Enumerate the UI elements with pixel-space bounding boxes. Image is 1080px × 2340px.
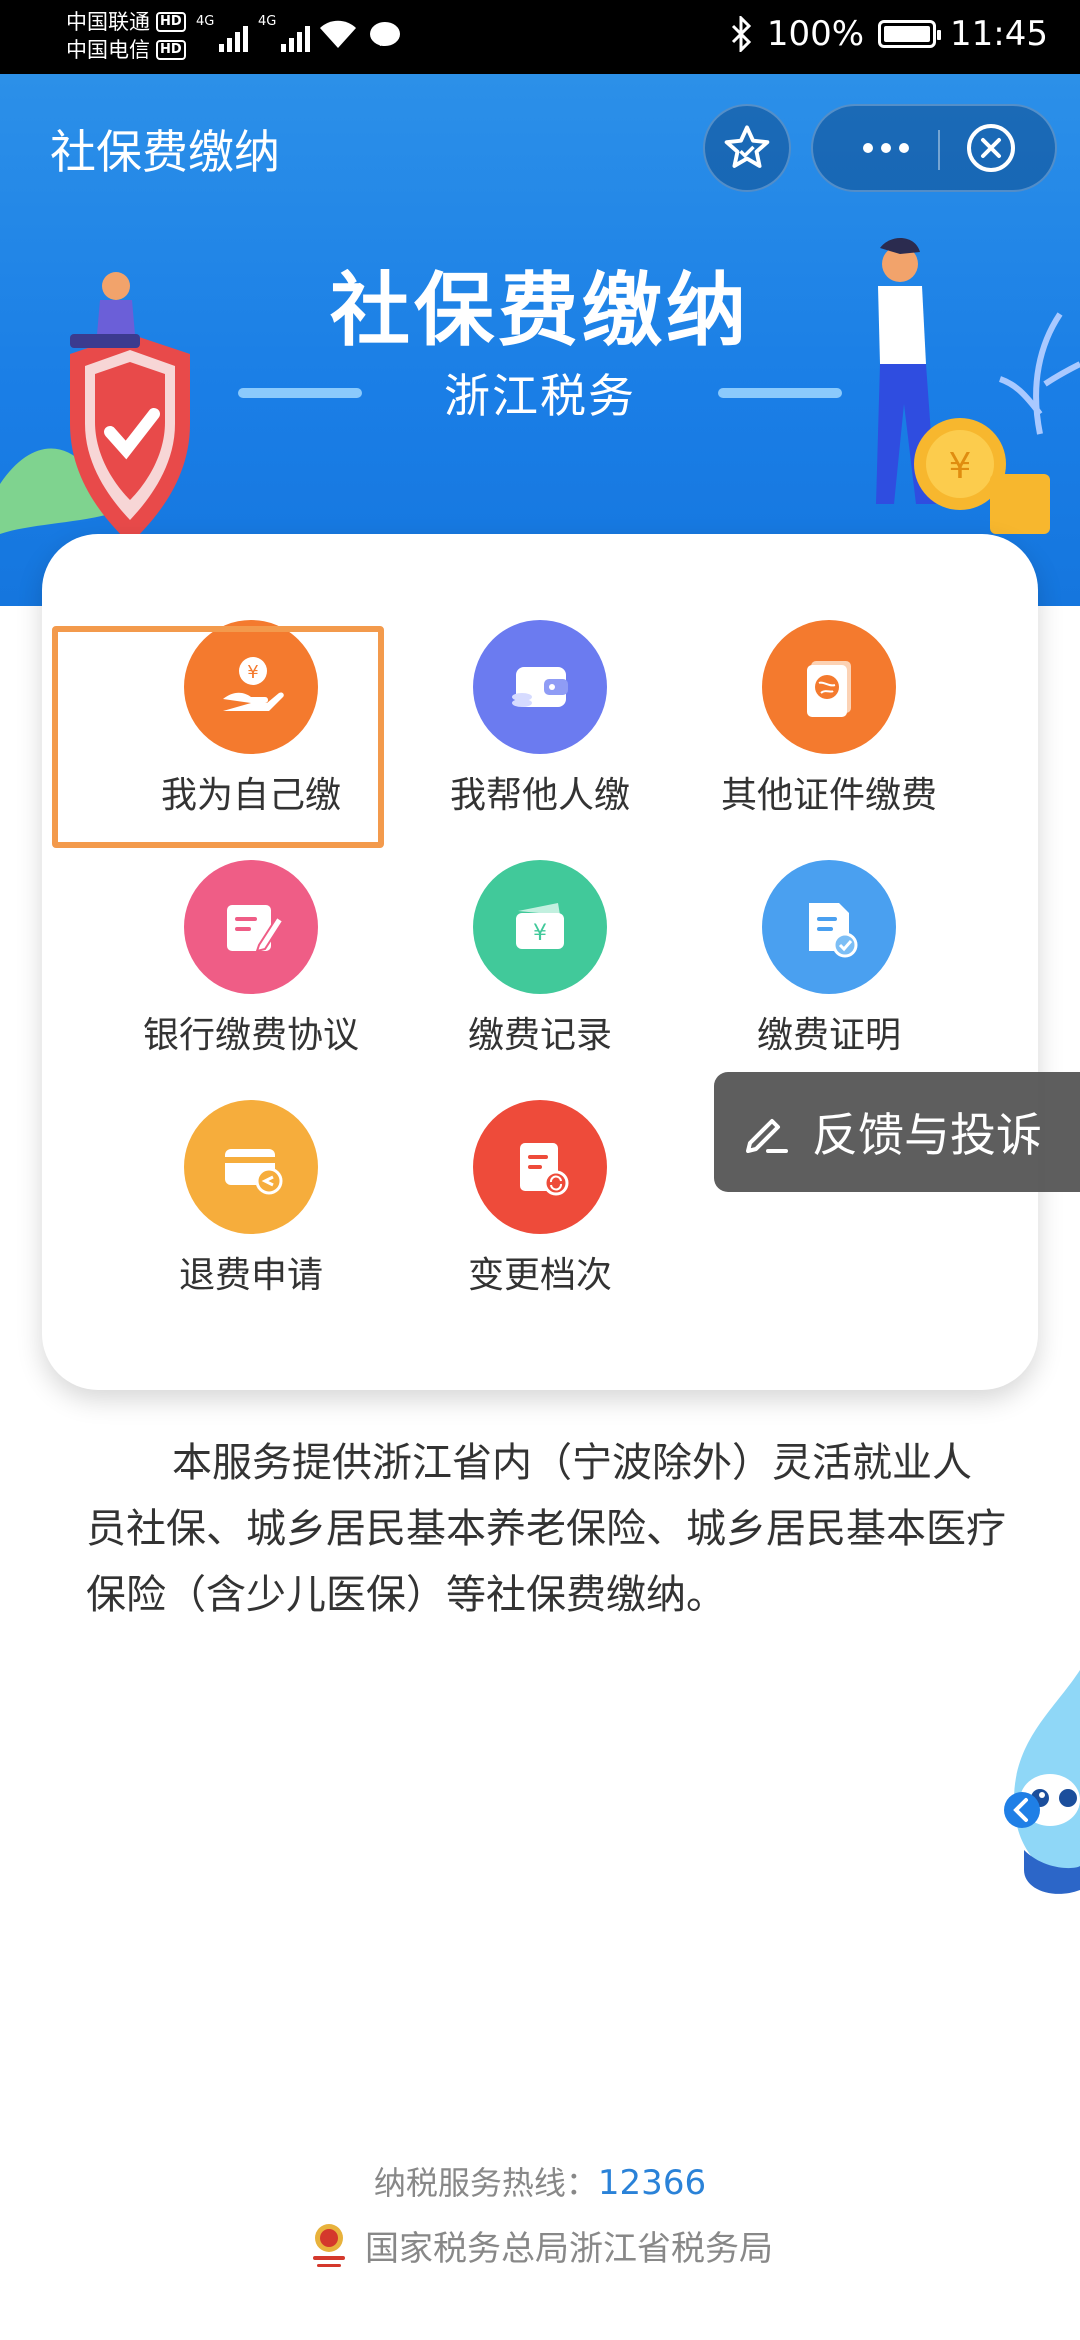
feedback-button[interactable]: 反馈与投诉 <box>714 1072 1080 1192</box>
menu-item-label: 缴费记录 <box>467 1015 612 1056</box>
hotline-number[interactable]: 12366 <box>598 2163 706 2203</box>
chevron-left-icon <box>1004 1792 1040 1828</box>
svg-text:¥: ¥ <box>533 921 547 946</box>
header-banner: 社保费缴纳 社保费缴纳 浙江税务 ¥ <box>0 74 1080 606</box>
change-doc-icon <box>473 1100 607 1234</box>
more-button[interactable] <box>841 106 931 190</box>
hd-badge: HD <box>156 12 186 32</box>
menu-item-label: 缴费证明 <box>756 1015 901 1056</box>
tax-emblem-icon <box>313 2224 345 2267</box>
mini-program-capsule <box>811 104 1057 192</box>
clock: 11:45 <box>950 14 1048 54</box>
organization-name: 国家税务总局浙江省税务局 <box>365 2228 773 2269</box>
star-icon <box>724 125 770 168</box>
carrier-2: 中国电信 <box>66 38 150 62</box>
menu-item-other-id[interactable]: 其他证件缴费 <box>669 620 989 818</box>
organization: 国家税务总局浙江省税务局 <box>0 2220 1080 2270</box>
service-description: 本服务提供浙江省内（宁波除外）灵活就业人员社保、城乡居民基本养老保险、城乡居民基… <box>86 1440 1006 1618</box>
message-icon <box>370 22 400 46</box>
hotline: 纳税服务热线：12366 <box>0 2158 1080 2204</box>
certificate-icon <box>762 860 896 994</box>
agreement-icon <box>184 860 318 994</box>
selection-highlight <box>52 626 384 848</box>
wifi-icon <box>320 20 356 48</box>
close-icon[interactable] <box>963 120 1019 176</box>
edit-icon <box>746 1119 788 1153</box>
menu-item-label: 退费申请 <box>178 1255 323 1296</box>
carrier-1: 中国联通 <box>66 10 150 34</box>
page-title: 社保费缴纳 <box>50 125 280 179</box>
carrier-info: 中国联通 HD 中国电信 HD <box>66 8 186 64</box>
menu-item-label: 变更档次 <box>467 1255 612 1296</box>
signal-icon: 4G <box>258 14 311 52</box>
menu-item-change-level[interactable]: 变更档次 <box>380 1100 700 1298</box>
menu-item-refund[interactable]: 退费申请 <box>91 1100 411 1298</box>
menu-item-payment-records[interactable]: ¥ 缴费记录 <box>380 860 700 1058</box>
passport-icon <box>762 620 896 754</box>
mascot-assistant[interactable] <box>984 1670 1080 1900</box>
hd-badge: HD <box>156 40 186 60</box>
bluetooth-icon <box>731 16 751 52</box>
status-bar: 中国联通 HD 中国电信 HD 4G 4G 100% 11:45 <box>0 0 1080 74</box>
menu-item-label: 银行缴费协议 <box>142 1015 359 1056</box>
hotline-label: 纳税服务热线： <box>373 2164 598 2202</box>
menu-item-label: 其他证件缴费 <box>720 775 937 816</box>
yuan-card-icon: ¥ <box>473 860 607 994</box>
battery-icon <box>878 20 942 48</box>
favorite-button[interactable] <box>703 104 791 192</box>
refund-card-icon <box>184 1100 318 1234</box>
battery-percent: 100% <box>766 14 865 54</box>
menu-item-pay-others[interactable]: 我帮他人缴 <box>380 620 700 818</box>
wallet-icon <box>473 620 607 754</box>
divider <box>718 388 842 398</box>
signal-icon: 4G <box>196 14 249 52</box>
svg-text:¥: ¥ <box>949 446 972 487</box>
feedback-label: 反馈与投诉 <box>812 1108 1042 1162</box>
menu-item-payment-certificate[interactable]: 缴费证明 <box>669 860 989 1058</box>
menu-item-bank-agreement[interactable]: 银行缴费协议 <box>91 860 411 1058</box>
menu-item-label: 我帮他人缴 <box>449 775 630 816</box>
